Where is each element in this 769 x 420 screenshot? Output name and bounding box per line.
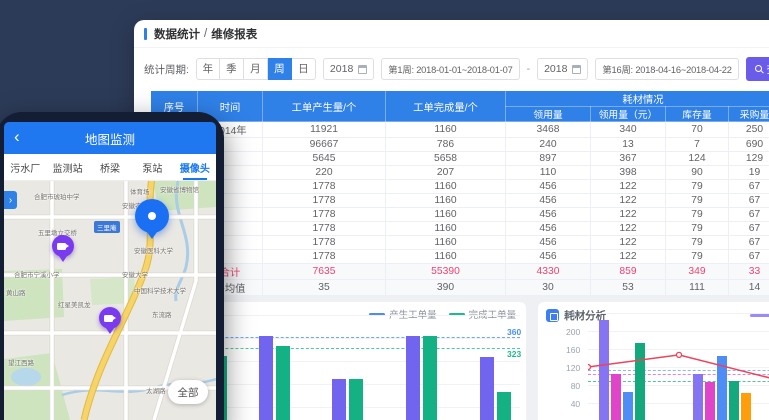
- phone-page-title: 地图监测: [85, 129, 135, 148]
- calendar-icon: [572, 65, 581, 74]
- table-row: 177811604561227967: [151, 180, 769, 194]
- col-header-created: 工单产生量/个: [263, 91, 386, 122]
- map-poi-label: 合肥市宁溪小学: [14, 269, 60, 279]
- breadcrumb-section[interactable]: 数据统计: [154, 26, 200, 42]
- repair-report-table: 序号 时间 工单产生量/个 工单完成量/个 耗材情况 领用量 领用量（元） 库存…: [150, 90, 769, 296]
- y-axis-tick: 40: [542, 399, 580, 409]
- consumable-bar-chart: 240 200 160 120 80 40: [538, 302, 769, 420]
- breadcrumb-accent: [144, 28, 147, 40]
- bar-完成工单量: [349, 379, 363, 420]
- back-icon[interactable]: ‹: [14, 126, 20, 148]
- period-option-年[interactable]: 年: [196, 58, 220, 80]
- map-poi-label: 安徽大学: [122, 269, 148, 279]
- map-poi-label: 望江西路: [8, 357, 34, 367]
- col-sub-2: 库存量: [666, 107, 729, 122]
- map-poi-label: 安徽医科大学: [134, 245, 173, 255]
- to-week-select[interactable]: 第16周: 2018-04-16~2018-04-22: [595, 58, 738, 80]
- period-label: 统计周期:: [144, 62, 189, 77]
- map-view[interactable]: 合肥市琥珀中学体育场安徽农业大学安徽省博物馆五里墩立交桥合肥市宁溪小学安徽医科大…: [4, 181, 216, 420]
- show-all-button[interactable]: 全部: [168, 380, 208, 404]
- map-poi-label: 太湖路: [146, 385, 166, 395]
- bar-完成工单量: [497, 392, 511, 420]
- bar-产生工单量: [480, 357, 494, 420]
- to-year-value: 2018: [544, 63, 567, 75]
- phone-tab-泵站[interactable]: 泵站: [131, 154, 173, 180]
- y-axis-tick: 160: [542, 345, 580, 355]
- y-axis-tick: 80: [542, 381, 580, 391]
- bar-产生工单量: [406, 336, 420, 420]
- map-poi-label: 黄山路: [6, 287, 26, 297]
- bar-产生工单量: [332, 379, 346, 420]
- phone-tab-监测站[interactable]: 监测站: [46, 154, 88, 180]
- phone-header: ‹ 地图监测: [4, 122, 216, 154]
- y-axis-tick: 200: [542, 327, 580, 337]
- phone-tab-摄像头[interactable]: 摄像头: [174, 154, 216, 180]
- from-year-value: 2018: [330, 63, 353, 75]
- table-row: 177811604561227967: [151, 194, 769, 208]
- table-row: 96667786240137690: [151, 138, 769, 152]
- from-year-select[interactable]: 2018: [323, 58, 374, 80]
- table-row: 177811604561227967: [151, 250, 769, 264]
- col-sub-0: 领用量: [506, 107, 591, 122]
- col-header-completed: 工单完成量/个: [386, 91, 506, 122]
- bar-完成工单量: [423, 336, 437, 420]
- phone-tab-桥梁[interactable]: 桥梁: [89, 154, 131, 180]
- camera-pin[interactable]: [99, 307, 121, 329]
- calendar-icon: [358, 65, 367, 74]
- period-segmented-control: 年季月周日: [196, 58, 316, 80]
- period-option-周[interactable]: 周: [268, 58, 292, 80]
- phone-tab-污水厂[interactable]: 污水厂: [4, 154, 46, 180]
- road-name-badge: 三里庵: [94, 221, 120, 233]
- y-axis-tick: 120: [542, 363, 580, 373]
- reference-line-label: 323: [507, 349, 521, 359]
- y-axis-tick: 240: [542, 309, 580, 319]
- from-week-select[interactable]: 第1周: 2018-01-01~2018-01-07: [381, 58, 519, 80]
- col-group-consumables: 耗材情况: [506, 91, 769, 107]
- filter-bar: 统计周期: 年季月周日 2018 第1周: 2018-01-01~2018-01…: [134, 48, 769, 90]
- range-separator: -: [527, 63, 531, 75]
- bar-产生工单量: [259, 336, 273, 420]
- selected-location-pin[interactable]: [135, 199, 169, 233]
- map-poi-label: 安徽省博物馆: [160, 184, 199, 194]
- query-button[interactable]: 查询: [746, 57, 769, 81]
- search-icon: [755, 65, 763, 73]
- map-poi-label: 体育场: [130, 186, 150, 196]
- period-option-季[interactable]: 季: [220, 58, 244, 80]
- average-row: 平均值35390305311114: [151, 280, 769, 296]
- breadcrumb-separator: /: [204, 28, 207, 40]
- table-row: 12014年119211160346834070250: [151, 122, 769, 138]
- phone-mockup: ‹ 地图监测 污水厂监测站桥梁泵站摄像头 合肥市琥珀中学体育场安徽农业大学安徽省: [0, 112, 224, 420]
- period-option-月[interactable]: 月: [244, 58, 268, 80]
- map-poi-label: 中国科学技术大学: [134, 285, 186, 295]
- bar-完成工单量: [276, 346, 290, 420]
- trend-line: [588, 302, 769, 420]
- table-row: 177811604561227967: [151, 222, 769, 236]
- breadcrumb-page: 维修报表: [211, 26, 257, 42]
- phone-tab-bar: 污水厂监测站桥梁泵站摄像头: [4, 154, 216, 181]
- map-poi-label: 红星美凯龙: [58, 299, 91, 309]
- to-year-select[interactable]: 2018: [537, 58, 588, 80]
- table-row: 2202071103989019: [151, 166, 769, 180]
- camera-icon: [57, 243, 66, 250]
- map-expand-toggle[interactable]: ›: [4, 191, 17, 209]
- repair-report-panel: 数据统计 / 维修报表 统计周期: 年季月周日 2018 第1周: 2018-0…: [134, 20, 769, 420]
- camera-pin[interactable]: [52, 235, 74, 257]
- total-row: 合计763555390433085934933: [151, 264, 769, 280]
- reference-line-label: 360: [507, 327, 521, 337]
- camera-icon: [104, 315, 113, 322]
- table-row: 177811604561227967: [151, 208, 769, 222]
- col-sub-3: 采购量: [729, 107, 769, 122]
- map-poi-label: 东流路: [152, 309, 172, 319]
- period-option-日[interactable]: 日: [292, 58, 316, 80]
- map-poi-label: 合肥市琥珀中学: [34, 191, 80, 201]
- charts-section: 产生工单量完成工单量 360323 耗材分析 2402001601208040: [134, 296, 769, 420]
- col-sub-1: 领用量（元）: [591, 107, 666, 122]
- table-row: 56455658897367124129: [151, 152, 769, 166]
- table-row: 177811604561227967: [151, 236, 769, 250]
- breadcrumb: 数据统计 / 维修报表: [134, 20, 769, 48]
- consumable-chart-card: 耗材分析 2402001601208040: [538, 302, 769, 420]
